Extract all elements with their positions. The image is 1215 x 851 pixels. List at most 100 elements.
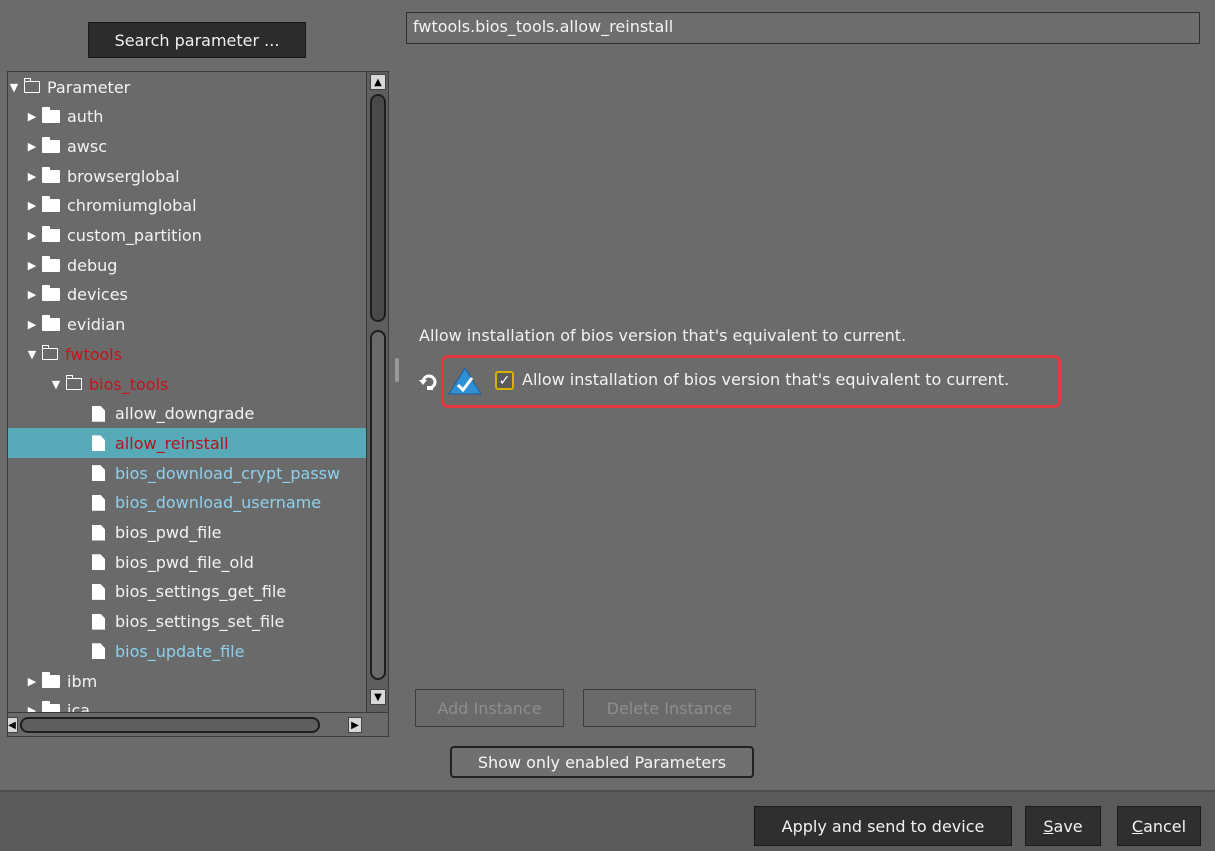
cancel-button[interactable]: Cancel	[1117, 806, 1201, 846]
tree-item[interactable]: ▶ custom_partition	[8, 221, 202, 251]
folder-icon	[42, 255, 60, 272]
delete-instance-button[interactable]: Delete Instance	[583, 689, 756, 727]
tree-item[interactable]: bios_pwd_file_old	[8, 547, 254, 577]
tree-item-label: evidian	[67, 315, 126, 335]
folder-icon	[42, 196, 60, 213]
tree-item[interactable]: bios_download_crypt_passw	[8, 458, 340, 488]
folder-icon	[42, 226, 60, 242]
file-icon	[92, 465, 105, 482]
file-icon	[92, 524, 105, 541]
parameter-tree[interactable]: ▼ Parameter ▶ auth ▶ awsc ▶ browserglobal ▶ chrom…	[7, 71, 389, 737]
tree-item-label: browserglobal	[67, 166, 180, 186]
reset-icon[interactable]	[419, 372, 439, 392]
collapsed-arrow-icon[interactable]: ▶	[26, 675, 38, 688]
tree-item[interactable]: allow_downgrade	[8, 399, 254, 429]
add-instance-button[interactable]: Add Instance	[415, 689, 564, 727]
save-label-rest: ave	[1053, 816, 1083, 836]
tree-item-label: bios_pwd_file_old	[115, 552, 254, 572]
file-icon	[92, 613, 105, 630]
tree-item-label: debug	[67, 255, 118, 275]
tree-item-label: chromiumglobal	[67, 196, 197, 216]
tree-item-label: bios_pwd_file	[115, 523, 222, 542]
tree-item[interactable]: bios_pwd_file	[8, 518, 222, 548]
tree-item[interactable]: bios_download_username	[8, 488, 321, 518]
tree-item-label: custom_partition	[67, 226, 202, 245]
tree-item-label: bios_download_crypt_passw	[115, 463, 341, 483]
tree-item[interactable]: ▼ fwtools	[8, 339, 122, 369]
expanded-arrow-icon[interactable]: ▼	[26, 348, 38, 361]
tree-item[interactable]: ▼ bios_tools	[8, 369, 169, 399]
tree-item[interactable]: ▶ awsc	[8, 131, 107, 161]
vertical-scroll-track[interactable]	[370, 330, 386, 680]
enabled-marker-icon[interactable]	[448, 366, 482, 396]
file-icon	[92, 643, 105, 660]
scroll-down-arrow-icon[interactable]: ▼	[370, 689, 386, 705]
open-folder-icon	[41, 345, 58, 361]
tree-item[interactable]: bios_settings_get_file	[8, 577, 286, 607]
expanded-arrow-icon[interactable]: ▼	[8, 81, 20, 94]
collapsed-arrow-icon[interactable]: ▶	[26, 259, 38, 272]
tree-item-label: auth	[67, 107, 104, 127]
search-parameter-button[interactable]: Search parameter ...	[88, 22, 306, 58]
tree-item[interactable]: ▶ devices	[8, 280, 128, 310]
tree-item-label: bios_settings_get_file	[115, 582, 287, 602]
tree-item[interactable]: ▶ evidian	[8, 310, 125, 340]
collapsed-arrow-icon[interactable]: ▶	[26, 199, 38, 212]
folder-icon	[42, 671, 60, 688]
tree-item-label: bios_settings_set_file	[115, 612, 285, 632]
tree-item-label: ibm	[67, 671, 98, 691]
tree-item[interactable]: ▼ Parameter	[8, 72, 130, 102]
folder-icon	[42, 107, 60, 124]
collapsed-arrow-icon[interactable]: ▶	[26, 318, 38, 331]
parameter-description: Allow installation of bios version that'…	[419, 326, 907, 345]
tree-horizontal-scrollbar[interactable]: ◀ ▶	[8, 712, 388, 736]
tree-item-label: Parameter	[47, 77, 131, 97]
cancel-mnemonic: C	[1131, 816, 1144, 836]
collapsed-arrow-icon[interactable]: ▶	[26, 229, 38, 242]
tree-item-label: fwtools	[65, 344, 123, 364]
allow-reinstall-checkbox[interactable]: ✓	[495, 371, 514, 390]
tree-item-label: bios_tools	[89, 374, 169, 394]
collapsed-arrow-icon[interactable]: ▶	[26, 170, 38, 183]
expanded-arrow-icon[interactable]: ▼	[50, 378, 62, 391]
parameter-path-field: fwtools.bios_tools.allow_reinstall	[406, 12, 1200, 44]
folder-icon	[42, 285, 60, 302]
folder-icon	[42, 315, 60, 332]
tree-item-label: bios_update_file	[115, 641, 245, 661]
scroll-right-arrow-icon[interactable]: ▶	[348, 717, 362, 733]
cancel-label-rest: ancel	[1143, 816, 1187, 836]
tree-item[interactable]: ▶ chromiumglobal	[8, 191, 197, 221]
tree-item-label: bios_download_username	[115, 493, 322, 513]
tree-item-label: awsc	[67, 136, 108, 156]
collapsed-arrow-icon[interactable]: ▶	[26, 288, 38, 301]
scroll-up-arrow-icon[interactable]: ▲	[370, 74, 386, 90]
tree-item-label: allow_reinstall	[115, 433, 229, 453]
tree-item[interactable]: ▶ debug	[8, 250, 117, 280]
tree-item-label: allow_downgrade	[115, 404, 255, 424]
collapsed-arrow-icon[interactable]: ▶	[26, 140, 38, 153]
file-icon	[92, 583, 105, 600]
show-enabled-parameters-button[interactable]: Show only enabled Parameters	[450, 746, 754, 778]
tree-item-label: devices	[67, 285, 128, 305]
tree-item[interactable]: bios_settings_set_file	[8, 607, 284, 637]
apply-and-send-button[interactable]: Apply and send to device	[754, 806, 1012, 846]
file-icon	[92, 554, 105, 571]
save-mnemonic: S	[1043, 816, 1054, 836]
tree-item[interactable]: bios_update_file	[8, 636, 244, 666]
file-icon	[92, 494, 105, 511]
horizontal-scroll-thumb[interactable]	[20, 717, 320, 733]
open-folder-icon	[23, 78, 40, 93]
save-button[interactable]: Save	[1025, 806, 1101, 846]
vertical-scroll-thumb[interactable]	[370, 94, 386, 322]
tree-item[interactable]: ▶ ibm	[8, 666, 97, 696]
open-folder-icon	[65, 375, 82, 390]
tree-item[interactable]: ▶ auth	[8, 102, 103, 132]
tree-item[interactable]: allow_reinstall	[8, 428, 366, 459]
checkbox-label: Allow installation of bios version that'…	[522, 370, 1010, 389]
scroll-left-arrow-icon[interactable]: ◀	[8, 717, 18, 733]
tree-item[interactable]: ▶ browserglobal	[8, 161, 180, 191]
panel-splitter-handle[interactable]	[395, 358, 399, 382]
tree-vertical-scrollbar[interactable]: ▲ ▼	[366, 72, 388, 712]
collapsed-arrow-icon[interactable]: ▶	[26, 110, 38, 123]
folder-icon	[42, 136, 60, 153]
